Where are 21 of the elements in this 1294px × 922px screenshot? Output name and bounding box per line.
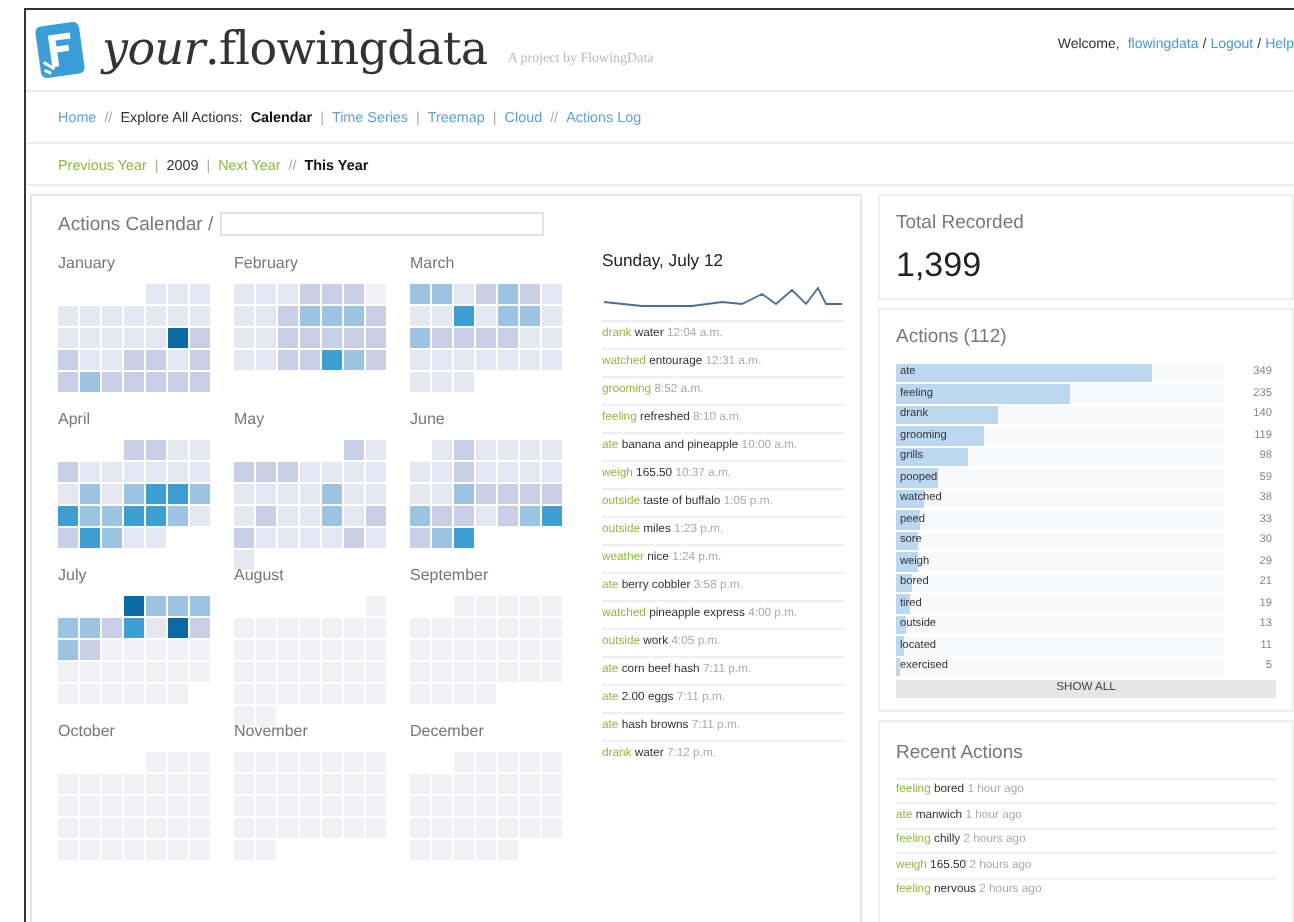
month-label: July [58,566,87,584]
month-label: January [58,254,115,272]
calendar-title: Actions Calendar / [58,213,214,235]
month-label: December [410,722,484,740]
month-label: February [234,254,299,272]
search-field[interactable] [219,212,544,236]
month-label: March [410,254,455,272]
month-label: June [410,410,445,428]
month-label: October [58,722,115,740]
month-label: September [410,566,489,584]
panel-title: Recent Actions [896,741,1023,763]
month-label: August [234,566,284,584]
day-title: Sunday, July 12 [602,250,724,270]
total-count: 1,399 [896,246,982,286]
month-label: May [234,410,265,428]
logo-icon [34,20,86,80]
panel-title: Actions (112) [896,326,1007,348]
site-title: your.flowingdata [102,24,488,76]
panel-title: Total Recorded [896,212,1024,234]
month-label: April [58,410,91,428]
month-label: November [234,722,308,740]
